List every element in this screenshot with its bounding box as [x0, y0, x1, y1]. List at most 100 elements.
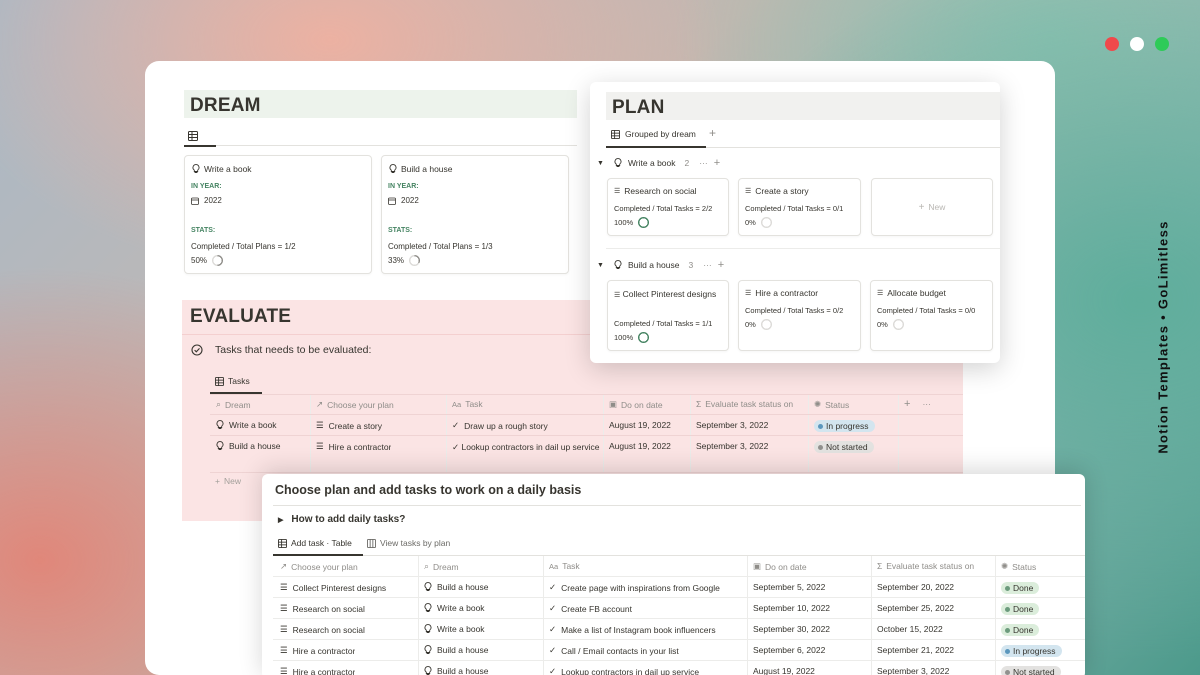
row-plan[interactable]: Hire a contractor	[329, 442, 392, 452]
status-badge[interactable]: In progress	[814, 420, 875, 432]
row-task[interactable]: Create FB account	[561, 604, 632, 614]
tab-grouped-by-dream[interactable]: Grouped by dream	[611, 129, 696, 139]
lightbulb-icon	[424, 624, 432, 633]
status-badge[interactable]: Done	[1001, 624, 1040, 636]
tab-view-tasks-by-plan[interactable]: View tasks by plan	[367, 538, 450, 548]
brand-vertical-text: Notion Templates • GoLimitless	[1155, 220, 1171, 454]
lightbulb-icon	[216, 420, 224, 429]
plan-new-card-button[interactable]: + New	[871, 178, 993, 236]
row-task[interactable]: Lookup contractors in dail up service	[561, 667, 699, 675]
plan-card-stats: Completed / Total Tasks = 0/1	[745, 204, 844, 213]
lightbulb-icon	[424, 645, 432, 654]
toggle-triangle-icon[interactable]: ▶	[278, 516, 283, 524]
row-evaluate-on: September 3, 2022	[696, 441, 769, 451]
lightbulb-icon	[424, 666, 432, 675]
add-column-icon[interactable]: +	[904, 398, 910, 410]
progress-ring	[638, 217, 650, 228]
row-plan[interactable]: Research on social	[293, 604, 365, 614]
row-task[interactable]: Create page with inspirations from Googl…	[561, 583, 720, 593]
row-evaluate-on: October 15, 2022	[877, 624, 943, 634]
row-task[interactable]: Call / Email contacts in your list	[561, 646, 679, 656]
more-options-icon[interactable]: ···	[703, 260, 712, 270]
row-plan[interactable]: Collect Pinterest designs	[293, 583, 387, 593]
dream-stats-text: Completed / Total Plans = 1/3	[388, 242, 493, 251]
minimize-dot[interactable]	[1130, 37, 1144, 51]
row-plan[interactable]: Hire a contractor	[293, 646, 356, 656]
row-plan[interactable]: Create a story	[329, 421, 382, 431]
evaluate-table: ⌕ Dream ↗ Choose your plan Aa Task ▣ Do …	[210, 394, 963, 473]
tab-add-task-table[interactable]: Add task · Table	[278, 538, 352, 548]
column-header-evaluate-on: Evaluate task status on	[705, 399, 794, 409]
column-header-do-on: Do on date	[765, 561, 807, 572]
plan-card-hire-a-contractor[interactable]: ☰ Hire a contractor Completed / Total Ta…	[738, 280, 861, 351]
maximize-dot[interactable]	[1155, 37, 1169, 51]
evaluate-callout-text: Tasks that needs to be evaluated:	[215, 344, 372, 356]
stats-label: STATS:	[388, 227, 413, 234]
evaluate-tab-tasks[interactable]: Tasks	[215, 376, 250, 386]
progress-ring	[760, 319, 772, 330]
more-options-icon[interactable]: ···	[922, 399, 931, 409]
list-icon: ☰	[280, 666, 288, 675]
list-icon: ☰	[614, 292, 621, 299]
status-badge[interactable]: In progress	[1001, 645, 1062, 657]
status-badge[interactable]: Done	[1001, 582, 1040, 594]
arrow-relation-icon: ↗	[316, 399, 324, 409]
text-property-icon: Aa	[549, 561, 559, 571]
check-circle-icon	[191, 344, 203, 356]
in-year-label: IN YEAR:	[191, 183, 222, 190]
dream-card-build-a-house[interactable]: Build a house IN YEAR: 2022 STATS: Compl…	[381, 155, 569, 274]
plan-card-collect-pinterest-designs[interactable]: ☰ Collect Pinterest designs Completed / …	[607, 280, 729, 351]
in-year-label: IN YEAR:	[388, 183, 419, 190]
dream-title: DREAM	[184, 90, 577, 118]
table-row[interactable]: Build a house	[216, 441, 281, 451]
lightbulb-icon	[424, 582, 432, 591]
search-icon: ⌕	[216, 399, 222, 409]
plan-panel: PLAN Grouped by dream + ▼ Write a book 2…	[590, 82, 1000, 363]
status-badge[interactable]: Not started	[814, 441, 874, 453]
row-evaluate-on: September 3, 2022	[696, 420, 769, 430]
group-header-build-a-house[interactable]: ▼ Build a house 3 ··· +	[597, 259, 724, 271]
evaluate-title: EVALUATE	[190, 306, 292, 327]
add-card-icon[interactable]: +	[714, 157, 720, 169]
plan-card-allocate-budget[interactable]: ☰ Allocate budget Completed / Total Task…	[870, 280, 993, 351]
row-plan[interactable]: Research on social	[293, 625, 365, 635]
column-header-do-on: Do on date	[621, 399, 663, 410]
toggle-how-to-add[interactable]: ▶ How to add daily tasks?	[278, 514, 405, 525]
more-options-icon[interactable]: ···	[699, 158, 708, 168]
plan-card-research-on-social[interactable]: ☰ Research on social Completed / Total T…	[607, 178, 729, 236]
plan-card-create-a-story[interactable]: ☰ Create a story Completed / Total Tasks…	[738, 178, 861, 236]
column-header-dream: Dream	[225, 399, 251, 410]
list-icon: ☰	[614, 188, 621, 195]
lightbulb-icon	[216, 441, 224, 450]
row-task[interactable]: Make a list of Instagram book influencer…	[561, 625, 716, 635]
add-card-icon[interactable]: +	[718, 259, 724, 271]
progress-ring	[638, 332, 650, 343]
add-view-icon[interactable]: +	[709, 126, 716, 140]
row-plan[interactable]: Hire a contractor	[293, 667, 356, 675]
row-task[interactable]: Lookup contractors in dail up service	[462, 442, 600, 452]
collapse-triangle-icon[interactable]: ▼	[597, 160, 604, 167]
dream-table-view-icon[interactable]	[188, 128, 198, 146]
lightbulb-icon	[424, 603, 432, 612]
table-icon	[611, 129, 620, 139]
stats-label: STATS:	[191, 227, 216, 234]
calendar-icon	[388, 197, 396, 205]
table-row[interactable]: Write a book	[216, 420, 277, 430]
collapse-triangle-icon[interactable]: ▼	[597, 262, 604, 269]
row-evaluate-on: September 21, 2022	[877, 645, 955, 655]
dream-year: 2022	[204, 196, 222, 205]
status-badge[interactable]: Done	[1001, 603, 1040, 615]
evaluate-new-row-button[interactable]: + New	[215, 476, 241, 486]
row-dream: Build a house	[437, 582, 489, 592]
close-dot[interactable]	[1105, 37, 1119, 51]
row-task[interactable]: Draw up a rough story	[464, 421, 548, 431]
dream-stats-text: Completed / Total Plans = 1/2	[191, 242, 296, 251]
group-header-write-a-book[interactable]: ▼ Write a book 2 ··· +	[597, 157, 720, 169]
row-dream: Write a book	[437, 603, 485, 613]
row-evaluate-on: September 25, 2022	[877, 603, 955, 613]
dream-card-write-a-book[interactable]: Write a book IN YEAR: 2022 STATS: Comple…	[184, 155, 372, 274]
list-icon: ☰	[280, 624, 288, 634]
column-header-task: Task	[562, 561, 580, 571]
row-do-on: September 6, 2022	[753, 645, 826, 655]
status-badge[interactable]: Not started	[1001, 666, 1061, 675]
